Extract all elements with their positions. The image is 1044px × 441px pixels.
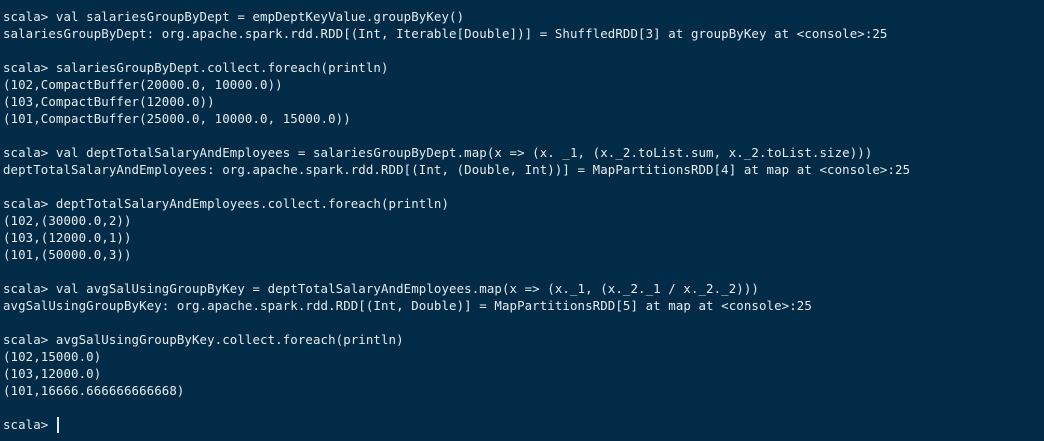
terminal-line: deptTotalSalaryAndEmployees: org.apache.… — [3, 162, 911, 177]
terminal-line: scala> val avgSalUsingGroupByKey = deptT… — [3, 281, 759, 296]
prompt-label: scala> — [3, 417, 56, 432]
terminal-line: avgSalUsingGroupByKey: org.apache.spark.… — [3, 298, 812, 313]
terminal-line: (101,16666.666666666668) — [3, 383, 185, 398]
terminal-line: scala> deptTotalSalaryAndEmployees.colle… — [3, 196, 450, 211]
terminal-line: (102,(30000.0,2)) — [3, 213, 132, 228]
input-prompt-line[interactable]: scala> — [3, 416, 1044, 433]
terminal-line: (102,15000.0) — [3, 349, 102, 364]
terminal-line: scala> avgSalUsingGroupByKey.collect.for… — [3, 332, 404, 347]
terminal-line: scala> val salariesGroupByDept = empDept… — [3, 9, 465, 24]
terminal-line: scala> val deptTotalSalaryAndEmployees =… — [3, 145, 873, 160]
terminal-line: (103,12000.0) — [3, 366, 102, 381]
terminal-line: (102,CompactBuffer(20000.0, 10000.0)) — [3, 77, 283, 92]
terminal-line: salariesGroupByDept: org.apache.spark.rd… — [3, 26, 888, 41]
terminal-line: (103,CompactBuffer(12000.0)) — [3, 94, 215, 109]
text-cursor — [56, 416, 59, 433]
terminal-window[interactable]: scala> val salariesGroupByDept = empDept… — [0, 0, 1044, 441]
terminal-line: (101,CompactBuffer(25000.0, 10000.0, 150… — [3, 111, 351, 126]
terminal-line: (101,(50000.0,3)) — [3, 247, 132, 262]
terminal-line: (103,(12000.0,1)) — [3, 230, 132, 245]
terminal-line: scala> salariesGroupByDept.collect.forea… — [3, 60, 389, 75]
